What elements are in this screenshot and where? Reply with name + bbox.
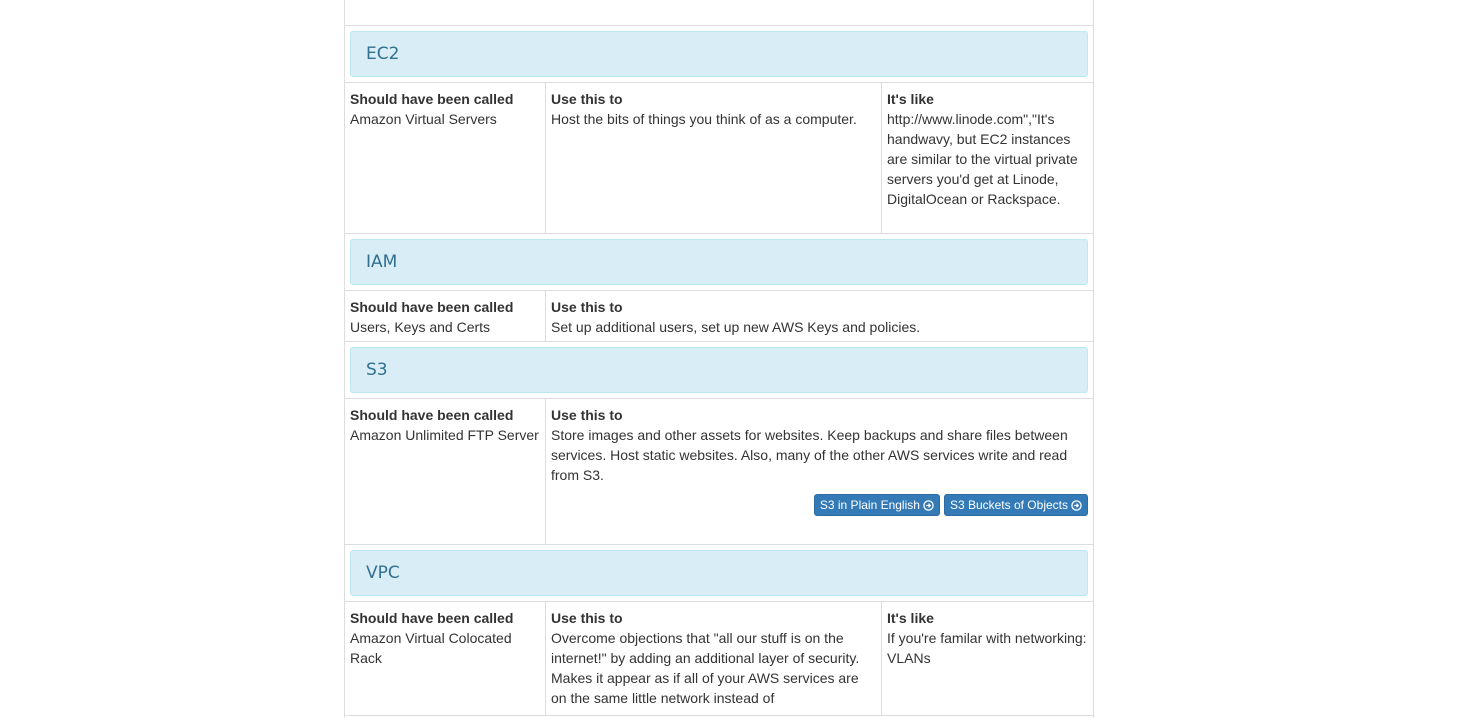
like-cell: It's like http://www.linode.com","It's h…	[881, 83, 1093, 233]
section-title: VPC	[366, 563, 400, 583]
use-cell: Use this to Overcome objections that "al…	[545, 602, 881, 715]
button-label: S3 Buckets of Objects	[949, 498, 1068, 512]
called-cell: Should have been called Amazon Virtual S…	[345, 83, 545, 233]
called-value: Amazon Virtual Colocated Rack	[350, 630, 512, 666]
called-cell: Should have been called Amazon Virtual C…	[345, 602, 545, 715]
section-header-vpc: VPC	[350, 550, 1088, 596]
like-value: http://www.linode.com","It's handwavy, b…	[887, 111, 1078, 207]
use-value: Store images and other assets for websit…	[551, 427, 1068, 483]
called-value: Amazon Virtual Servers	[350, 111, 497, 127]
called-label: Should have been called	[350, 610, 514, 626]
section-title: EC2	[366, 44, 400, 64]
section-details: Should have been called Amazon Virtual C…	[345, 601, 1093, 716]
button-label: S3 in Plain English	[819, 498, 920, 512]
use-cell: Use this to Store images and other asset…	[545, 399, 1093, 544]
called-value: Amazon Unlimited FTP Server	[350, 427, 539, 443]
use-label: Use this to	[551, 610, 623, 626]
s3-plain-english-button[interactable]: S3 in Plain English	[813, 494, 940, 516]
s3-buckets-button[interactable]: S3 Buckets of Objects	[943, 494, 1088, 516]
called-cell: Should have been called Amazon Unlimited…	[345, 399, 545, 544]
section-header-iam: IAM	[350, 239, 1088, 285]
section-iam: IAM Should have been called Users, Keys …	[345, 239, 1093, 342]
use-cell: Use this to Set up additional users, set…	[545, 291, 1093, 341]
use-label: Use this to	[551, 299, 623, 315]
use-value: Host the bits of things you think of as …	[551, 111, 857, 127]
section-s3: S3 Should have been called Amazon Unlimi…	[345, 347, 1093, 545]
use-value: Set up additional users, set up new AWS …	[551, 319, 921, 335]
section-title: IAM	[366, 252, 398, 272]
top-divider	[345, 0, 1093, 26]
like-label: It's like	[887, 91, 934, 107]
called-label: Should have been called	[350, 91, 514, 107]
called-label: Should have been called	[350, 299, 514, 315]
like-cell: It's like If you're familar with network…	[881, 602, 1093, 715]
section-ec2: EC2 Should have been called Amazon Virtu…	[345, 31, 1093, 234]
use-cell: Use this to Host the bits of things you …	[545, 83, 881, 233]
services-list: EC2 Should have been called Amazon Virtu…	[344, 0, 1094, 718]
section-header-ec2: EC2	[350, 31, 1088, 77]
section-header-s3: S3	[350, 347, 1088, 393]
section-vpc: VPC Should have been called Amazon Virtu…	[345, 550, 1093, 716]
section-details: Should have been called Amazon Virtual S…	[345, 82, 1093, 234]
arrow-circle-right-icon	[923, 499, 934, 511]
section-details: Should have been called Users, Keys and …	[345, 290, 1093, 342]
link-buttons: S3 in Plain English S3 Buckets of Object…	[551, 494, 1088, 516]
called-cell: Should have been called Users, Keys and …	[345, 291, 545, 341]
section-title: S3	[366, 360, 388, 380]
like-value: If you're familar with networking: VLANs	[887, 630, 1087, 666]
use-label: Use this to	[551, 407, 623, 423]
arrow-circle-right-icon	[1071, 499, 1082, 511]
use-label: Use this to	[551, 91, 623, 107]
section-details: Should have been called Amazon Unlimited…	[345, 398, 1093, 545]
like-label: It's like	[887, 610, 934, 626]
use-value: Overcome objections that "all our stuff …	[551, 630, 860, 706]
called-value: Users, Keys and Certs	[350, 319, 491, 335]
called-label: Should have been called	[350, 407, 514, 423]
